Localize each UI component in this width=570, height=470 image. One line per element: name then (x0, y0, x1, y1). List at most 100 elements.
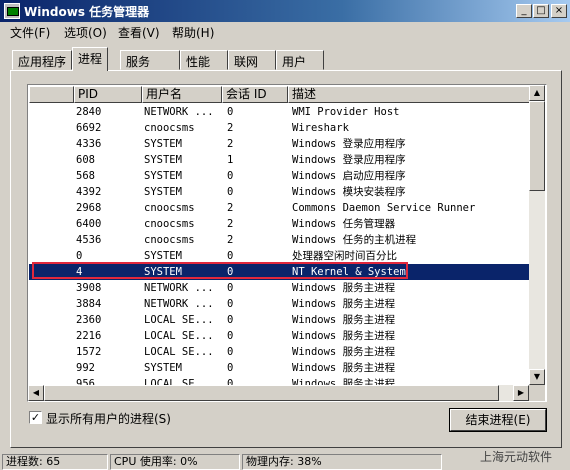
user-cell: NETWORK ... (144, 106, 214, 118)
description-cell: Windows 服务主进程 (292, 314, 396, 326)
pid-cell: 6400 (76, 218, 102, 230)
menu-options[interactable]: 选项(O) (64, 24, 107, 41)
tab-networking[interactable]: 联网 (228, 50, 276, 70)
task-manager-icon (4, 3, 20, 19)
vertical-scroll-thumb[interactable] (529, 101, 545, 191)
scroll-down-button[interactable]: ▼ (529, 369, 545, 385)
column-header-session[interactable]: 会话 ID (222, 86, 288, 103)
table-row[interactable]: 4336 SYSTEM 2 Windows 登录应用程序 (29, 136, 530, 152)
table-row[interactable]: 2360 LOCAL SE... 0 Windows 服务主进程 (29, 312, 530, 328)
user-cell: SYSTEM (144, 362, 182, 374)
tab-performance[interactable]: 性能 (180, 50, 228, 70)
table-row[interactable]: 2968 cnoocsms 2 Commons Daemon Service Runn… (29, 200, 530, 216)
column-header-blank[interactable] (29, 86, 74, 103)
pid-cell: 3884 (76, 298, 102, 310)
pid-cell: 6692 (76, 122, 102, 134)
session-cell: 0 (227, 330, 234, 342)
description-cell: WMI Provider Host (292, 106, 400, 118)
session-cell: 2 (227, 218, 234, 230)
user-cell: SYSTEM (144, 138, 182, 150)
user-cell: cnoocsms (144, 202, 195, 214)
session-cell: 0 (227, 314, 234, 326)
horizontal-scroll-thumb[interactable] (44, 385, 499, 401)
watermark-text: 上海元动软件 (480, 450, 553, 464)
minimize-button[interactable]: _ (516, 4, 532, 18)
scroll-right-button[interactable]: ▶ (513, 385, 529, 401)
user-cell: cnoocsms (144, 122, 195, 134)
description-cell: Windows 服务主进程 (292, 282, 396, 294)
user-cell: LOCAL SE... (144, 346, 214, 358)
scroll-up-button[interactable]: ▲ (529, 85, 545, 101)
user-cell: LOCAL SE... (144, 330, 214, 342)
pid-cell: 4392 (76, 186, 102, 198)
scroll-left-button[interactable]: ◀ (28, 385, 44, 401)
menu-file[interactable]: 文件(F) (10, 24, 50, 41)
table-row[interactable]: 3884 NETWORK ... 0 Windows 服务主进程 (29, 296, 530, 312)
pid-cell: 568 (76, 170, 95, 182)
user-cell: cnoocsms (144, 234, 195, 246)
menu-help[interactable]: 帮助(H) (172, 24, 214, 41)
description-cell: Windows 登录应用程序 (292, 138, 406, 150)
description-cell: Windows 模块安装程序 (292, 186, 406, 198)
tab-users[interactable]: 用户 (276, 50, 324, 70)
table-row[interactable]: 4392 SYSTEM 0 Windows 模块安装程序 (29, 184, 530, 200)
tab-services[interactable]: 服务 (120, 50, 180, 70)
pid-cell: 1572 (76, 346, 102, 358)
description-cell: Wireshark (292, 122, 349, 134)
session-cell: 2 (227, 138, 234, 150)
description-cell: Windows 服务主进程 (292, 298, 396, 310)
session-cell: 0 (227, 170, 234, 182)
table-row[interactable]: 2216 LOCAL SE... 0 Windows 服务主进程 (29, 328, 530, 344)
table-row[interactable]: 2840 NETWORK ... 0 WMI Provider Host (29, 104, 530, 120)
user-cell: cnoocsms (144, 218, 195, 230)
description-cell: Windows 登录应用程序 (292, 154, 406, 166)
maximize-button[interactable]: □ (533, 4, 549, 18)
end-process-button[interactable]: 结束进程(E) (449, 408, 547, 432)
user-cell: SYSTEM (144, 170, 182, 182)
session-cell: 0 (227, 362, 234, 374)
table-row[interactable]: 6400 cnoocsms 2 Windows 任务管理器 (29, 216, 530, 232)
description-cell: Windows 服务主进程 (292, 346, 396, 358)
pid-cell: 992 (76, 362, 95, 374)
table-row[interactable]: 3908 NETWORK ... 0 Windows 服务主进程 (29, 280, 530, 296)
show-all-users-checkbox[interactable]: ✓ (29, 411, 42, 424)
session-cell: 2 (227, 122, 234, 134)
tab-processes[interactable]: 进程 (72, 47, 109, 71)
vertical-scrollbar[interactable]: ▲ ▼ (529, 85, 545, 385)
table-row[interactable]: 1572 LOCAL SE... 0 Windows 服务主进程 (29, 344, 530, 360)
session-cell: 0 (227, 298, 234, 310)
show-all-users-label[interactable]: 显示所有用户的进程(S) (46, 410, 171, 427)
session-cell: 2 (227, 234, 234, 246)
horizontal-scrollbar[interactable]: ◀ ▶ (28, 385, 529, 401)
table-row[interactable]: 6692 cnoocsms 2 Wireshark (29, 120, 530, 136)
user-cell: LOCAL SE... (144, 314, 214, 326)
description-cell: Windows 服务主进程 (292, 330, 396, 342)
pid-cell: 3908 (76, 282, 102, 294)
description-cell: Windows 任务的主机进程 (292, 234, 417, 246)
tab-applications[interactable]: 应用程序 (12, 50, 73, 70)
user-cell: NETWORK ... (144, 282, 214, 294)
description-cell: Windows 服务主进程 (292, 362, 396, 374)
user-cell: SYSTEM (144, 154, 182, 166)
pid-cell: 4336 (76, 138, 102, 150)
column-header-user[interactable]: 用户名 (142, 86, 222, 103)
table-row[interactable]: 568 SYSTEM 0 Windows 启动应用程序 (29, 168, 530, 184)
pid-cell: 2968 (76, 202, 102, 214)
column-header-pid[interactable]: PID (74, 86, 142, 103)
process-list[interactable]: PID 用户名 会话 ID 描述 2840 NETWORK ... 0 WMI Pro… (27, 84, 547, 402)
user-cell: NETWORK ... (144, 298, 214, 310)
highlight-annotation (32, 262, 408, 279)
table-row[interactable]: 608 SYSTEM 1 Windows 登录应用程序 (29, 152, 530, 168)
session-cell: 0 (227, 346, 234, 358)
menu-view[interactable]: 查看(V) (118, 24, 160, 41)
title-bar[interactable]: Windows 任务管理器 _ □ × (0, 0, 570, 22)
session-cell: 1 (227, 154, 234, 166)
column-header-description[interactable]: 描述 (288, 86, 530, 103)
close-button[interactable]: × (551, 4, 567, 18)
description-cell: Windows 启动应用程序 (292, 170, 406, 182)
table-row[interactable]: 992 SYSTEM 0 Windows 服务主进程 (29, 360, 530, 376)
table-row[interactable]: 4536 cnoocsms 2 Windows 任务的主机进程 (29, 232, 530, 248)
session-cell: 0 (227, 106, 234, 118)
status-cpu-usage: CPU 使用率: 0% (110, 454, 240, 470)
scrollbar-corner (529, 385, 545, 401)
